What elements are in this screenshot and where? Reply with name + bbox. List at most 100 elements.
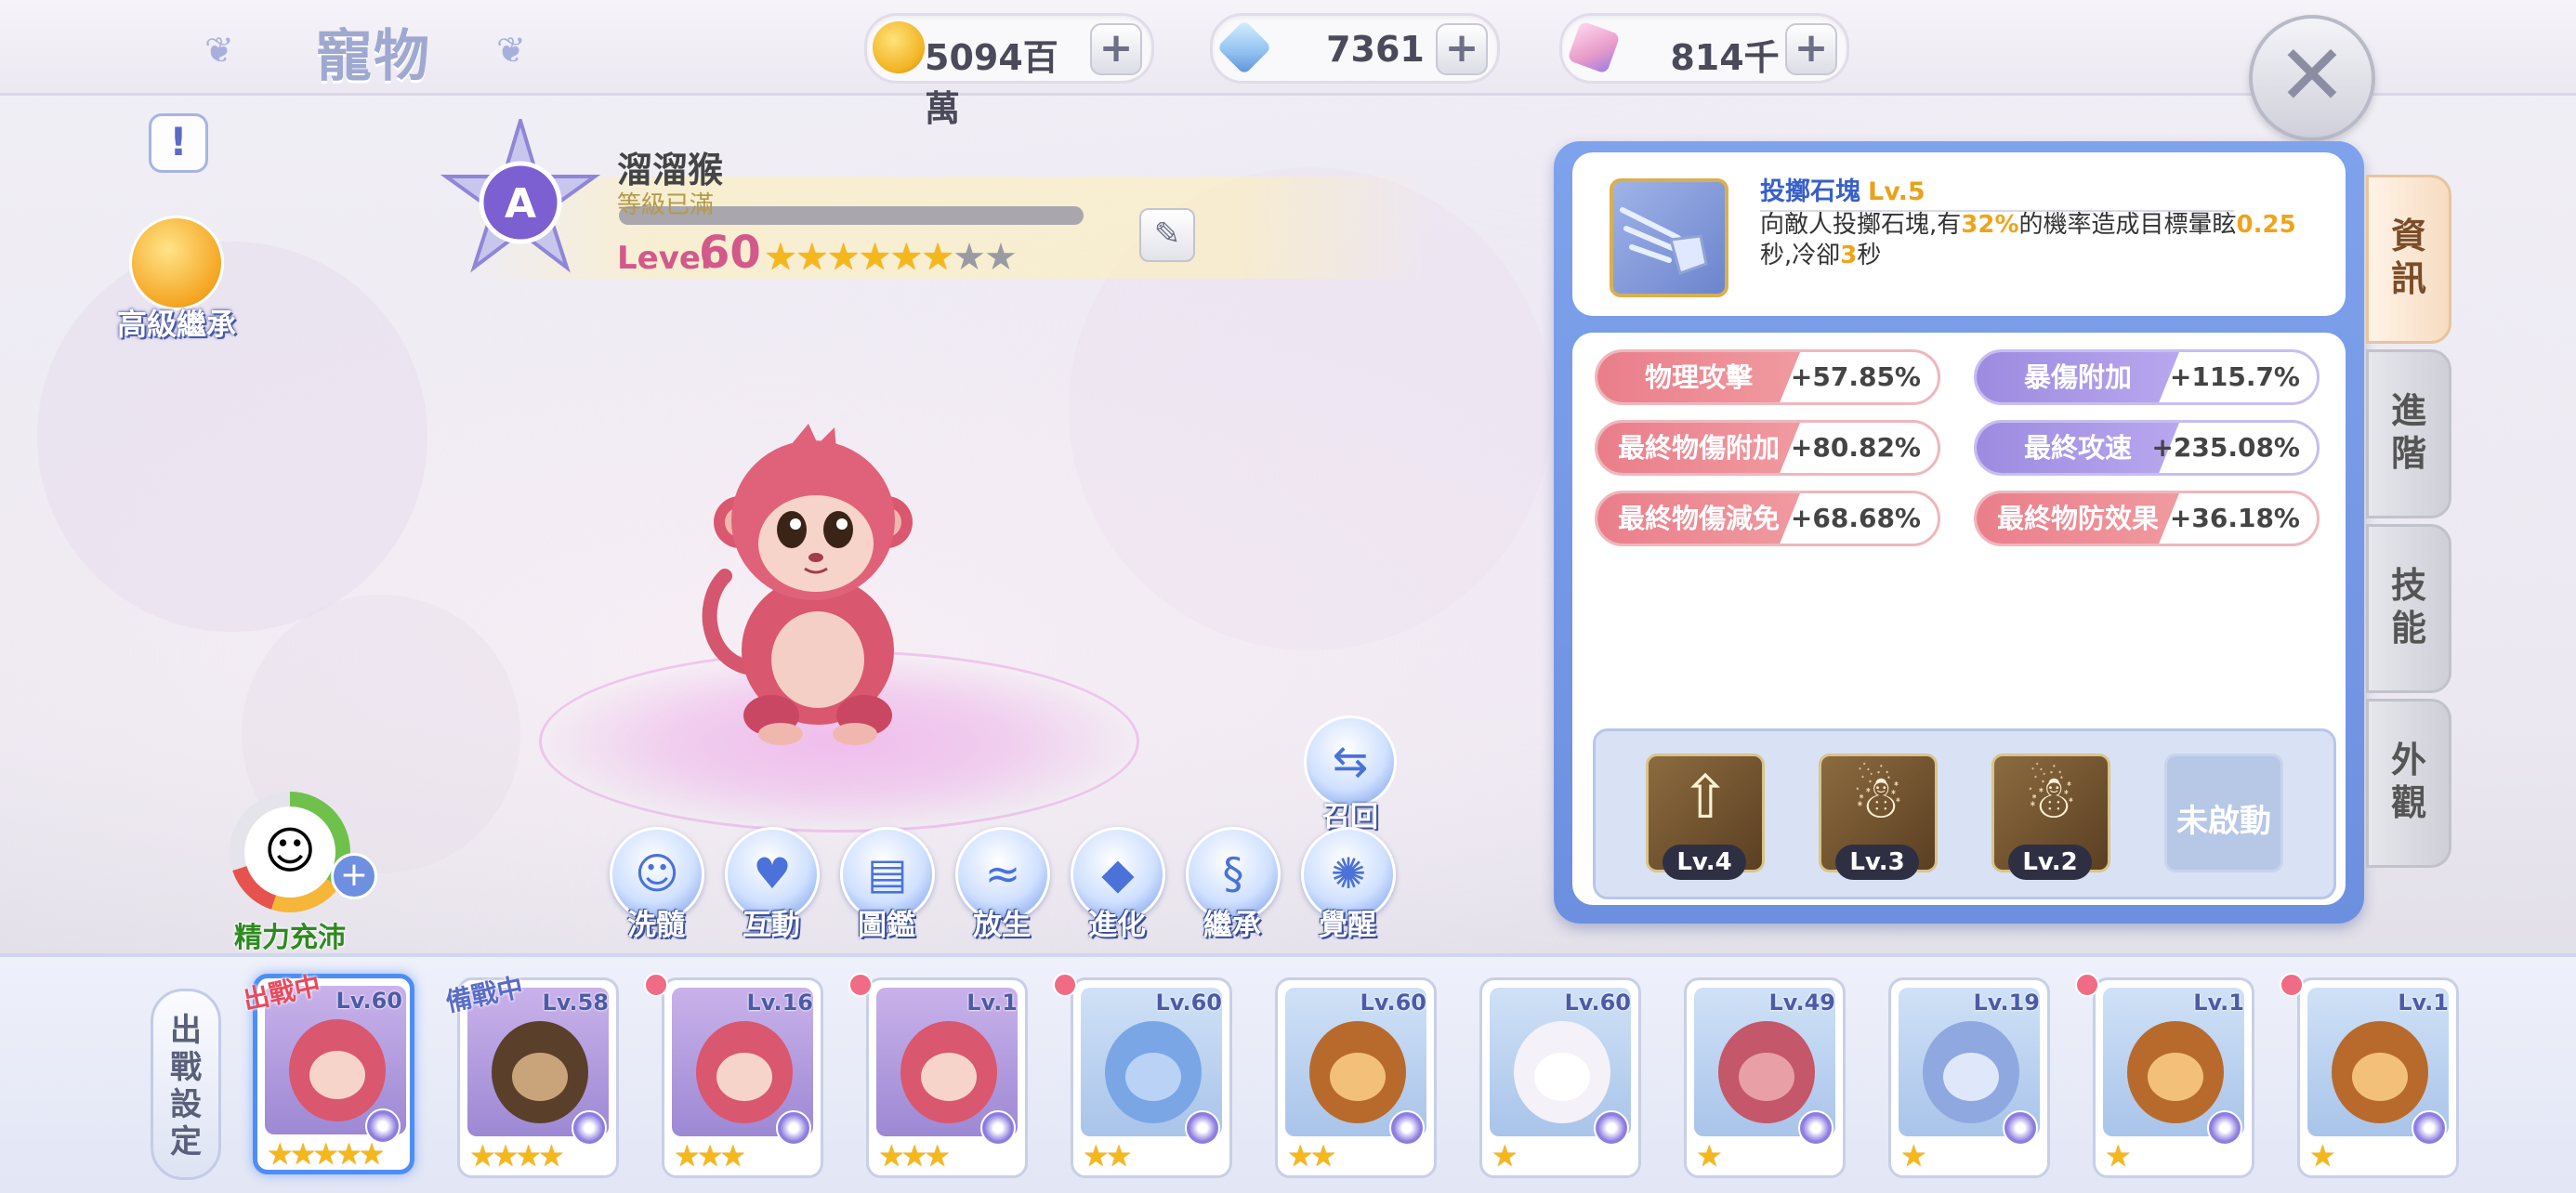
roster-pet-card[interactable]: Lv.60 ★★ <box>1275 977 1437 1178</box>
gold-add-button[interactable]: + <box>1090 23 1142 75</box>
roster-pet-level: Lv.60 <box>1564 990 1632 1016</box>
passive-skill-3[interactable]: ☃ Lv.2 <box>1991 754 2110 880</box>
roster-pet-card[interactable]: Lv.58 ★★★★ 備戰中 <box>443 972 619 1178</box>
energy-gauge: ☺ <box>230 792 350 912</box>
notification-dot-icon <box>1053 973 1077 997</box>
roster-pet-stars: ★ <box>1696 1138 1723 1173</box>
stat-name: 暴傷附加 <box>1977 352 2179 402</box>
star-filled-icon: ★ <box>921 236 954 279</box>
throw-stone-skill-icon[interactable] <box>1610 178 1728 297</box>
roster-pet-card[interactable]: Lv.1 ★ <box>2280 973 2459 1178</box>
action-codex-button[interactable]: ▤ 圖鑑 <box>840 827 935 943</box>
stat-final-phys-damage: 最終物傷附加 +80.82% <box>1595 420 1940 476</box>
wing-right-icon: ❦ <box>496 30 526 71</box>
stat-value: +235.08% <box>2151 432 2300 463</box>
element-icon <box>1185 1110 1220 1146</box>
stat-value: +68.68% <box>1790 503 1921 533</box>
tab-advanced[interactable]: 進階 <box>2366 349 2451 518</box>
roster-pet-card[interactable]: Lv.1 ★★★ <box>848 973 1028 1178</box>
skill-name: 投擲石塊 <box>1760 177 1860 206</box>
action-inherit-button[interactable]: § 繼承 <box>1186 827 1281 943</box>
roster-pet-level: Lv.1 <box>2193 990 2244 1016</box>
tab-skills[interactable]: 技能 <box>2366 524 2451 693</box>
passive-skill-locked[interactable]: 未啟動 <box>2164 754 2283 872</box>
roster-pet-card[interactable]: Lv.60 ★★★★★ 出戰中 <box>241 970 414 1174</box>
roster-pet-card[interactable]: Lv.1 ★ <box>2075 973 2254 1178</box>
monkey-pet-model <box>702 424 913 745</box>
stat-name: 最終物傷附加 <box>1597 423 1800 473</box>
skill-glyph: ☃ <box>2024 764 2078 832</box>
action-label: 放生 <box>973 909 1031 942</box>
skill-desc-text: 向敵人投擲石塊,有 <box>1760 211 1962 239</box>
stat-name: 最終物防效果 <box>1977 493 2179 544</box>
crystal-add-button[interactable]: + <box>1785 23 1837 75</box>
roster-pet-level: Lv.60 <box>1155 990 1223 1016</box>
element-icon <box>1389 1110 1425 1146</box>
action-interact-button[interactable]: ♥ 互動 <box>725 827 820 943</box>
notification-dot-icon <box>2280 973 2304 997</box>
stat-value: +80.82% <box>1790 432 1921 463</box>
recall-button[interactable]: ⇆ 召回 <box>1304 715 1397 834</box>
dna-orb-icon <box>129 216 224 310</box>
stat-value: +115.7% <box>2169 361 2300 392</box>
wing-left-icon: ❦ <box>204 30 234 71</box>
rename-button[interactable]: ✎ <box>1139 208 1195 262</box>
action-wash-button[interactable]: ☺ 洗髓 <box>610 827 704 943</box>
gold-value: 5094百萬 <box>925 37 1058 129</box>
star-filled-icon: ★ <box>764 236 797 279</box>
skill-level: Lv.5 <box>1868 177 1925 206</box>
passive-skill-2[interactable]: ☃ Lv.3 <box>1819 754 1938 880</box>
diamond-add-button[interactable]: + <box>1436 23 1488 75</box>
passive-skill-1[interactable]: ⇧ Lv.4 <box>1646 754 1765 880</box>
element-icon <box>1594 1110 1629 1146</box>
action-label: 圖鑑 <box>858 909 915 942</box>
portrait-face <box>309 1051 365 1099</box>
deploy-label: 出戰設定 <box>170 1012 202 1160</box>
roster-pet-card[interactable]: Lv.49 ★ <box>1684 977 1846 1178</box>
portrait-face <box>2148 1053 2203 1101</box>
advanced-inherit-button[interactable]: 高級繼承 <box>102 216 251 344</box>
star-empty-icon: ★ <box>953 236 986 279</box>
roster-pet-card[interactable]: Lv.60 ★ <box>1479 977 1641 1178</box>
roster-pet-stars: ★★ <box>1287 1138 1336 1173</box>
star-filled-icon: ★ <box>826 236 861 279</box>
action-evolve-button[interactable]: ◆ 進化 <box>1071 827 1165 943</box>
roster-pet-card[interactable]: Lv.60 ★★ <box>1053 973 1232 1178</box>
portrait-face <box>1943 1053 1999 1101</box>
top-bar: ❦ 寵物 ❦ 5094百萬 + 7361 + 814千 + <box>0 0 2576 129</box>
pet-name: 溜溜猴 <box>617 150 724 190</box>
skill-glyph: ⇧ <box>1680 764 1730 832</box>
deploy-settings-button[interactable]: 出戰設定 <box>151 989 221 1180</box>
roster-pet-level: Lv.1 <box>966 990 1018 1016</box>
skill-desc-text: 的機率造成目標暈眩 <box>2018 211 2237 239</box>
portrait-face <box>1330 1053 1386 1101</box>
roster-pet-level: Lv.49 <box>1768 990 1836 1016</box>
info-button[interactable]: ! <box>149 113 208 173</box>
star-filled-icon: ★ <box>889 236 923 279</box>
roster-pet-card[interactable]: Lv.19 ★ <box>1888 977 2050 1178</box>
skill-desc-value: 3 <box>1840 242 1858 269</box>
pet-info-panel: 投擲石塊 Lv.5 向敵人投擲石塊,有32%的機率造成目標暈眩0.25 秒,冷卻3秒… <box>1554 141 2364 924</box>
tab-appearance[interactable]: 外觀 <box>2366 699 2451 868</box>
close-button[interactable]: ✕ <box>2249 15 2375 141</box>
action-label: 覺醒 <box>1319 909 1376 942</box>
energy-meter[interactable]: ☺ + 精力充沛 <box>216 792 377 955</box>
diamond-resource: 7361 + <box>1210 13 1500 84</box>
diamond-icon <box>1216 20 1272 75</box>
roster-pet-stars: ★ <box>2309 1138 2336 1173</box>
roster-pet-level: Lv.1 <box>2398 990 2449 1016</box>
notification-dot-icon <box>644 973 668 997</box>
element-icon <box>2412 1110 2447 1146</box>
action-release-button[interactable]: ≈ 放生 <box>955 827 1050 943</box>
portrait-face <box>1125 1053 1181 1101</box>
roster-pet-stars: ★ <box>2105 1138 2132 1173</box>
tab-label: 技能 <box>2390 565 2426 649</box>
tab-label: 進階 <box>2390 390 2426 474</box>
roster-pet-card[interactable]: Lv.16 ★★★ <box>644 973 823 1178</box>
action-awaken-button[interactable]: ✺ 覺醒 <box>1301 827 1396 943</box>
tab-info[interactable]: 資訊 <box>2366 175 2451 344</box>
passive-skills: ⇧ Lv.4 ☃ Lv.3 ☃ Lv.2 未啟動 <box>1593 728 2336 899</box>
stat-final-phys-defense: 最終物防效果 +36.18% <box>1974 491 2320 546</box>
energy-add-button[interactable]: + <box>331 853 377 899</box>
roster-pet-level: Lv.19 <box>1973 990 2041 1016</box>
